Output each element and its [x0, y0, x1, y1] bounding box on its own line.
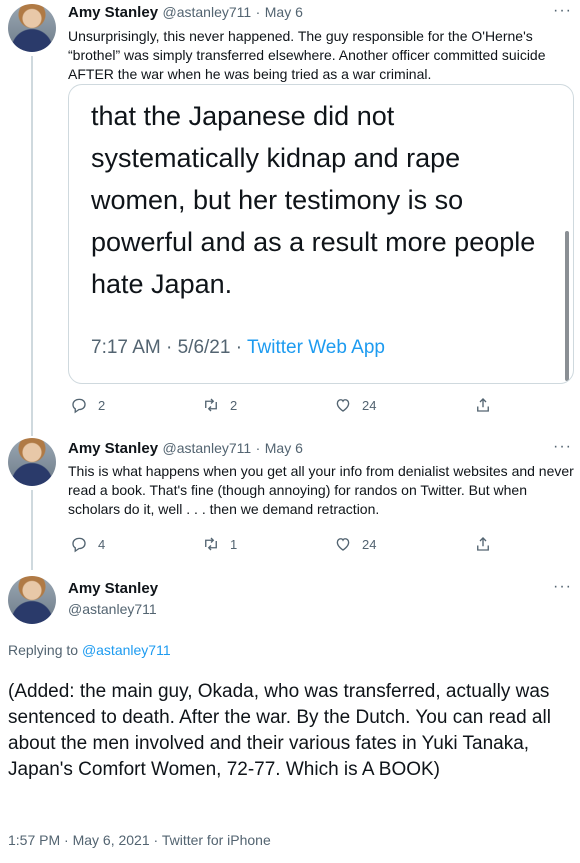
handle[interactable]: @astanley711	[163, 440, 252, 456]
reply-icon	[72, 537, 86, 553]
reply-icon	[72, 398, 86, 414]
avatar[interactable]	[8, 4, 56, 52]
card-scrollbar[interactable]	[565, 231, 569, 381]
thread-line	[31, 56, 33, 436]
reply-button[interactable]: 2	[70, 396, 105, 414]
share-button[interactable]	[474, 535, 492, 553]
retweet-button[interactable]: 1	[202, 535, 237, 553]
like-button[interactable]: 24	[334, 396, 376, 414]
card-line: powerful and as a result more people	[91, 227, 536, 257]
share-button[interactable]	[474, 396, 492, 414]
tweet-date[interactable]: May 6	[265, 440, 303, 456]
tweet-date[interactable]: May 6	[265, 4, 303, 20]
card-source: Twitter Web App	[246, 337, 385, 358]
avatar[interactable]	[8, 438, 56, 486]
like-count: 24	[362, 536, 377, 552]
retweet-count: 1	[230, 536, 238, 552]
replying-to: Replying to @astanley711	[8, 642, 171, 658]
handle[interactable]: @astanley711	[163, 4, 252, 20]
retweet-count: 2	[230, 397, 238, 413]
separator-dot: ·	[255, 4, 261, 20]
card-text: that the Japanese did not systematically…	[91, 95, 561, 305]
reply-button[interactable]: 4	[70, 535, 105, 553]
reply-count: 2	[98, 397, 106, 413]
tweet-text: (Added: the main guy, Okada, who was tra…	[8, 681, 551, 780]
quoted-screenshot-card[interactable]: that the Japanese did not systematically…	[68, 84, 574, 384]
like-button[interactable]: 24	[334, 535, 376, 553]
more-icon[interactable]: ···	[553, 578, 572, 596]
reply-count: 4	[98, 536, 106, 552]
share-icon	[477, 398, 489, 412]
retweet-icon	[205, 398, 217, 412]
like-icon	[336, 399, 350, 412]
replying-to-label: Replying to	[8, 642, 82, 658]
replying-to-handle[interactable]: @astanley711	[82, 642, 171, 658]
more-icon[interactable]: ···	[553, 438, 572, 456]
card-line: that the Japanese did not	[91, 101, 395, 131]
like-icon	[336, 538, 350, 551]
retweet-button[interactable]: 2	[202, 396, 237, 414]
card-line: hate Japan.	[91, 269, 233, 299]
tweet-timestamp[interactable]: 1:57 PM · May 6, 2021 · Twitter for iPho…	[8, 832, 271, 848]
card-line: women, but her testimony is so	[91, 185, 464, 215]
thread-line	[31, 490, 33, 570]
like-count: 24	[362, 397, 377, 413]
tweet-header: Amy Stanley @astanley711 · May 6	[68, 4, 303, 22]
retweet-icon	[205, 537, 217, 551]
display-name[interactable]: Amy Stanley	[68, 440, 158, 457]
handle[interactable]: @astanley711	[68, 601, 157, 617]
tweet-text: This is what happens when you get all yo…	[68, 463, 574, 517]
display-name[interactable]: Amy Stanley	[68, 4, 158, 21]
display-name[interactable]: Amy Stanley	[68, 580, 158, 597]
card-line: systematically kidnap and rape	[91, 143, 461, 173]
tweet-header: Amy Stanley @astanley711 · May 6	[68, 440, 303, 458]
tweet-text: Unsurprisingly, this never happened. The…	[68, 28, 546, 82]
card-timestamp: 7:17 AM · 5/6/21 · Twitter Web App	[91, 337, 385, 359]
share-icon	[477, 537, 489, 551]
separator-dot: ·	[255, 440, 261, 456]
more-icon[interactable]: ···	[553, 2, 572, 20]
card-time: 7:17 AM · 5/6/21 ·	[91, 337, 247, 358]
avatar[interactable]	[8, 576, 56, 624]
